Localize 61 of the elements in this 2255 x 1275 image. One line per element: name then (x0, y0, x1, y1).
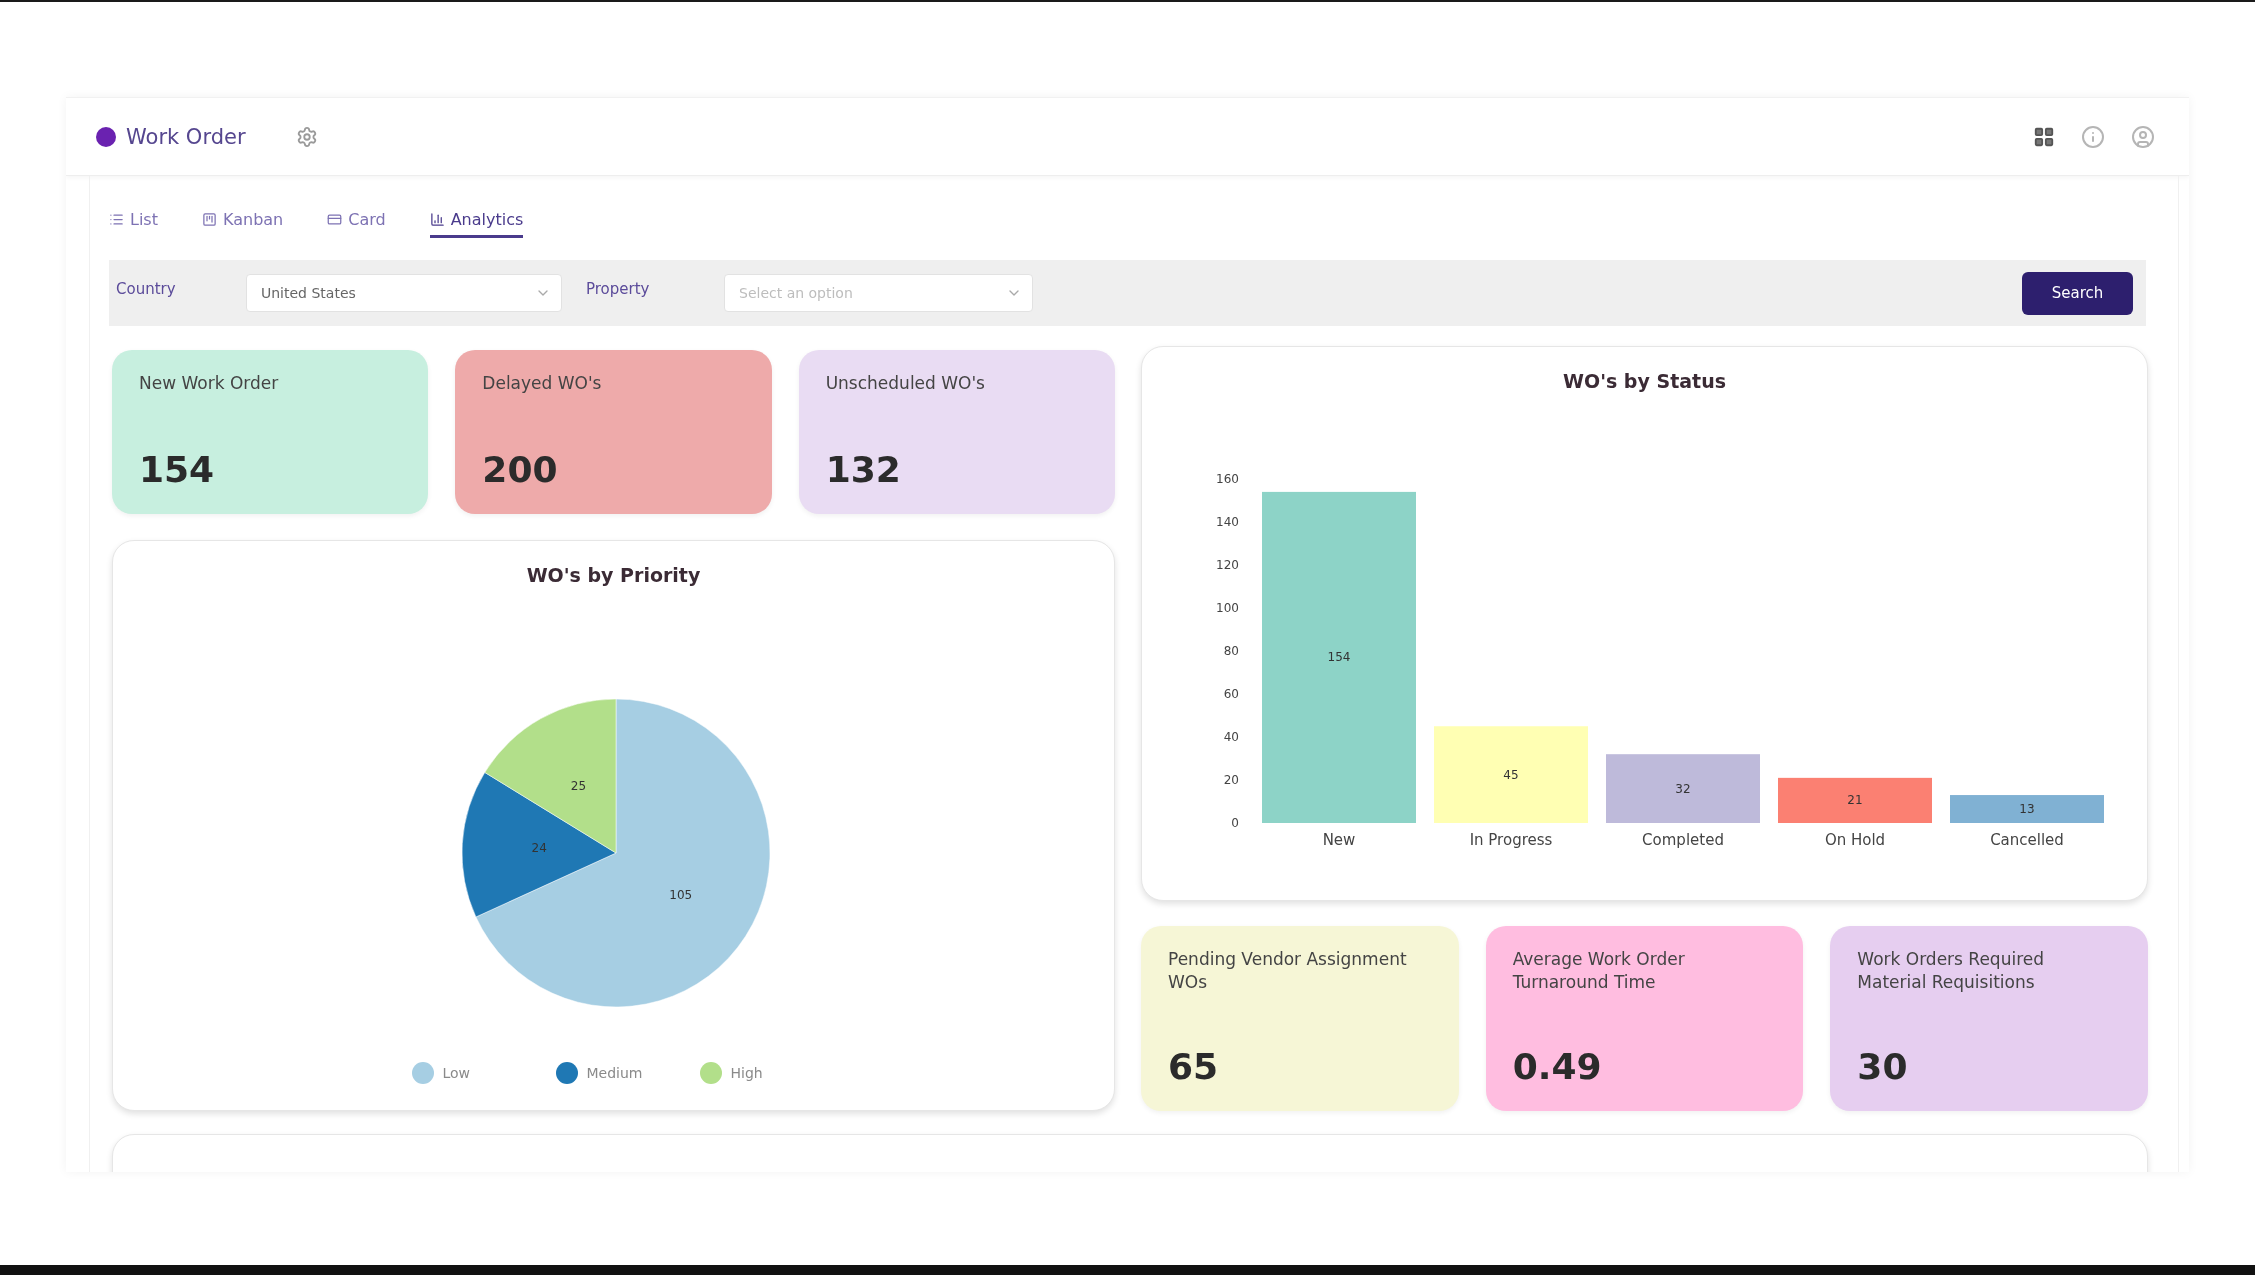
bar-value-label: 21 (1847, 793, 1863, 808)
stat-value: 154 (139, 449, 215, 490)
axis-tick-label: 140 (1216, 515, 1239, 529)
stat-label: Average Work Order Turnaround Time (1512, 948, 1686, 994)
stat-label: Delayed WO's (482, 372, 602, 395)
stat-label: New Work Order (139, 372, 279, 395)
list-icon (109, 212, 124, 227)
view-tab[interactable]: Kanban (201, 206, 284, 238)
axis-tick-label: 60 (1223, 687, 1239, 701)
stat-value: 132 (825, 449, 901, 490)
user-icon[interactable] (2131, 124, 2155, 149)
axis-tick-label: 100 (1216, 601, 1239, 615)
axis-tick-label: 120 (1216, 558, 1239, 572)
axis-tick-label: 40 (1223, 730, 1239, 744)
view-tab[interactable]: Card (327, 206, 386, 238)
legend-swatch-icon (699, 1062, 722, 1084)
settings-icon (295, 125, 318, 148)
card-icon (327, 212, 343, 227)
view-tab[interactable]: List (109, 206, 158, 238)
axis-tick-label: 160 (1216, 472, 1239, 486)
slice-value-label: 24 (531, 841, 547, 856)
bar-value-label: 32 (1675, 781, 1691, 796)
axis-category-label: In Progress (1469, 831, 1553, 849)
stat-value: 0.49 (1512, 1046, 1602, 1087)
bar-value-label: 154 (1327, 650, 1351, 665)
bar-value-label: 45 (1503, 767, 1519, 782)
filter-label: Country (116, 280, 177, 298)
axis-category-label: New (1322, 831, 1356, 849)
slice-value-label: 25 (570, 778, 587, 793)
stat-label: Work Orders Required Material Requisitions (1857, 948, 2045, 994)
country-select[interactable]: United States (246, 274, 562, 312)
bar-chart-icon (429, 212, 445, 227)
grid-icon[interactable] (2033, 125, 2055, 148)
chart-title: WO's by Priority (526, 563, 701, 587)
stat-label: Unscheduled WO's (825, 372, 985, 395)
info-icon[interactable] (2081, 124, 2105, 149)
stat-value: 200 (482, 449, 558, 490)
filter-label: Property (586, 280, 651, 298)
axis-tick-label: 20 (1223, 773, 1239, 787)
legend-label: Low (442, 1065, 471, 1081)
legend-label: Medium (586, 1065, 643, 1081)
kanban-icon (201, 212, 217, 227)
stat-label: Pending Vendor Assignment WOs (1168, 948, 1408, 994)
axis-category-label: Completed (1642, 831, 1724, 849)
search-button[interactable]: Search (2022, 271, 2133, 315)
stat-value: 65 (1168, 1046, 1219, 1087)
slice-value-label: 105 (669, 887, 693, 902)
axis-tick-label: 0 (1231, 816, 1239, 830)
page-title: Work Order (126, 124, 246, 149)
logo-dot-icon (96, 126, 116, 147)
legend-label: High (730, 1065, 763, 1081)
chart-title: WO's by Status (1563, 369, 1726, 393)
view-tab[interactable]: Analytics (429, 206, 524, 238)
axis-category-label: Cancelled (1990, 831, 2064, 849)
legend-swatch-icon (411, 1062, 434, 1084)
bar-value-label: 13 (2019, 802, 2035, 817)
stat-value: 30 (1857, 1046, 1908, 1087)
axis-category-label: On Hold (1824, 831, 1886, 849)
legend-swatch-icon (555, 1062, 578, 1084)
settings-button[interactable] (295, 125, 318, 148)
axis-tick-label: 80 (1223, 644, 1239, 658)
